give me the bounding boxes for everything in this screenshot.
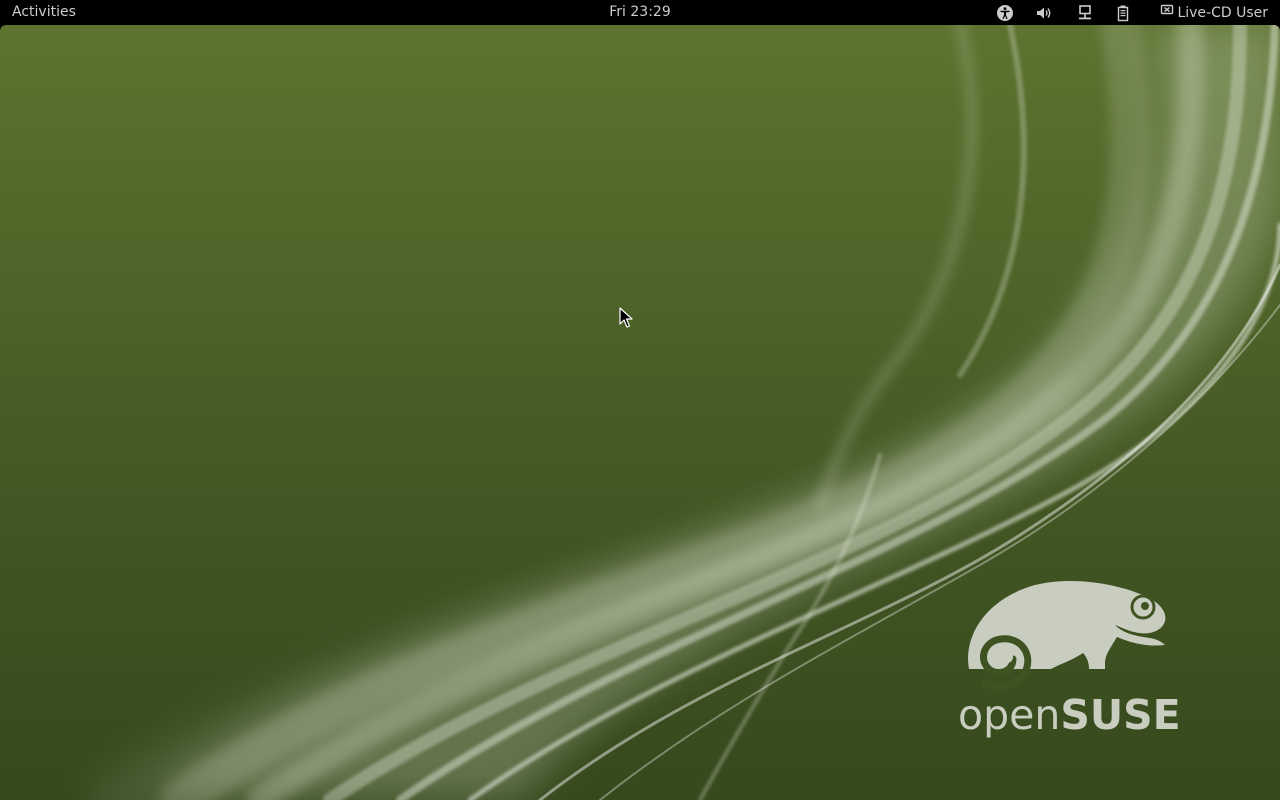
activities-button[interactable]: Activities bbox=[12, 4, 76, 21]
mouse-pointer-icon bbox=[619, 307, 633, 328]
user-name: Live-CD User bbox=[1177, 5, 1268, 21]
network-wired-icon[interactable] bbox=[1075, 3, 1095, 23]
user-offline-icon bbox=[1161, 4, 1174, 15]
brand-suse: SUSE bbox=[1060, 691, 1181, 739]
user-menu-button[interactable]: Live-CD User bbox=[1160, 4, 1268, 22]
opensuse-logo bbox=[968, 580, 1166, 690]
opensuse-wordmark: openSUSE bbox=[958, 693, 1181, 737]
brand-open: open bbox=[958, 691, 1061, 739]
screen: Activities Fri 23:29 Live-CD User openSU… bbox=[0, 0, 1280, 800]
battery-icon[interactable] bbox=[1113, 3, 1133, 23]
top-panel: Activities Fri 23:29 Live-CD User bbox=[0, 0, 1280, 25]
desktop[interactable]: openSUSE bbox=[0, 25, 1280, 800]
accessibility-icon[interactable] bbox=[995, 3, 1015, 23]
volume-icon[interactable] bbox=[1034, 3, 1054, 23]
clock-button[interactable]: Fri 23:29 bbox=[609, 4, 670, 20]
